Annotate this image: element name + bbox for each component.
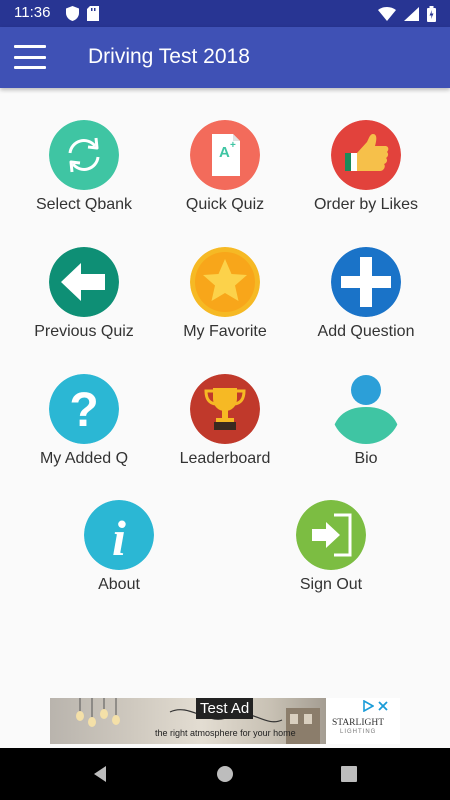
add-question-button[interactable]: Add Question xyxy=(296,247,436,341)
app-bar: Driving Test 2018 xyxy=(0,27,450,88)
ad-tagline-1: the right xyxy=(155,728,188,738)
previous-quiz-button[interactable]: Previous Quiz xyxy=(14,247,154,341)
about-label: About xyxy=(98,576,140,593)
sd-card-icon xyxy=(87,6,99,21)
my-favorite-label: My Favorite xyxy=(183,323,267,340)
add-question-label: Add Question xyxy=(317,323,415,340)
select-qbank-label: Select Qbank xyxy=(35,196,133,213)
back-icon[interactable] xyxy=(88,762,112,786)
wifi-icon xyxy=(378,7,396,21)
quick-quiz-button[interactable]: A + Quick Quiz xyxy=(155,120,295,214)
signal-icon xyxy=(404,7,419,21)
svg-text:i: i xyxy=(112,510,126,566)
about-button[interactable]: i About xyxy=(49,500,189,594)
leaderboard-button[interactable]: Leaderboard xyxy=(155,374,295,468)
recents-icon[interactable] xyxy=(337,762,361,786)
ad-banner[interactable]: Test Ad the right atmosphere for your ho… xyxy=(50,698,400,744)
bio-label: Bio xyxy=(354,450,378,467)
close-icon[interactable] xyxy=(377,700,389,712)
bio-button[interactable]: Bio xyxy=(296,374,436,468)
ad-tagline-3: for your home xyxy=(240,728,296,738)
my-added-q-button[interactable]: ? My Added Q xyxy=(14,374,154,468)
svg-text:?: ? xyxy=(69,384,98,437)
info-icon: i xyxy=(84,500,154,570)
trophy-icon xyxy=(190,374,260,444)
battery-icon xyxy=(427,6,436,22)
ad-brand: STARLIGHT xyxy=(332,718,385,728)
status-time: 11:36 xyxy=(14,4,51,21)
ad-label: Test Ad xyxy=(196,698,254,719)
select-qbank-button[interactable]: Select Qbank xyxy=(14,120,154,214)
svg-text:A: A xyxy=(219,144,230,161)
home-icon[interactable] xyxy=(213,762,237,786)
shield-icon xyxy=(66,6,79,21)
sign-out-button[interactable]: Sign Out xyxy=(261,500,401,594)
sign-out-icon xyxy=(296,500,366,570)
order-by-likes-label: Order by Likes xyxy=(313,196,419,213)
menu-grid: Select Qbank A + Quick Quiz Order by Lik… xyxy=(0,88,450,698)
svg-text:+: + xyxy=(230,140,236,151)
refresh-icon xyxy=(49,120,119,190)
previous-quiz-label: Previous Quiz xyxy=(34,323,134,340)
quick-quiz-label: Quick Quiz xyxy=(185,196,265,213)
hamburger-menu-icon[interactable] xyxy=(12,41,48,73)
app-title: Driving Test 2018 xyxy=(88,45,250,68)
ad-brand-sub: LIGHTING xyxy=(340,729,377,735)
person-icon xyxy=(331,375,401,444)
order-by-likes-button[interactable]: Order by Likes xyxy=(296,120,436,214)
ad-tagline-2: atmosphere xyxy=(190,728,238,738)
thumbs-up-icon xyxy=(331,120,401,190)
system-nav-bar xyxy=(0,748,450,800)
plus-icon xyxy=(331,247,401,317)
ad-choices-icon[interactable] xyxy=(362,700,374,712)
my-favorite-button[interactable]: My Favorite xyxy=(155,247,295,341)
grade-paper-icon: A + xyxy=(190,120,260,190)
leaderboard-label: Leaderboard xyxy=(179,450,271,467)
arrow-left-icon xyxy=(49,247,119,317)
star-icon xyxy=(190,247,260,317)
status-bar: 11:36 xyxy=(0,0,450,27)
my-added-q-label: My Added Q xyxy=(39,450,129,467)
question-mark-icon: ? xyxy=(49,374,119,444)
sign-out-label: Sign Out xyxy=(299,576,363,593)
